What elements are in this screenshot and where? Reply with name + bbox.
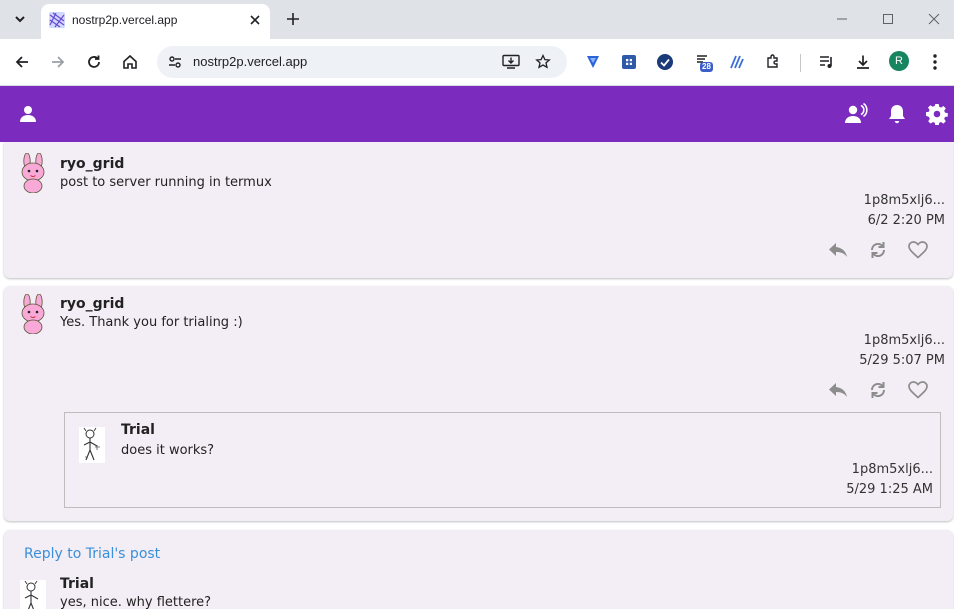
url-text[interactable]: nostrp2p.vercel.app [193,54,307,69]
tab-search-chevron-icon[interactable] [6,6,34,32]
extension-check-icon[interactable] [653,50,677,74]
repost-icon[interactable] [866,238,890,262]
post-timestamp: 5/29 5:07 PM [859,353,945,368]
quoted-text: does it works? [121,443,215,458]
extension-badge: 28 [700,62,713,72]
site-favicon-icon [49,12,65,28]
reply-icon[interactable] [826,378,850,402]
post-card: ryo_grid Yes. Thank you for trialing :) … [4,286,953,521]
post-text: yes, nice. why flettere? [60,595,212,609]
person-icon[interactable] [16,102,40,126]
window-close-icon[interactable] [922,8,946,30]
quoted-post[interactable]: Trial does it works? 1p8m5xlj6... 5/29 1… [64,412,941,508]
sketch-avatar-icon[interactable] [20,580,46,609]
tab-title: nostrp2p.vercel.app [72,13,178,27]
extension-puzzle-blue-icon[interactable] [617,50,641,74]
post-text: Yes. Thank you for trialing :) [60,315,243,330]
extension-heart-icon[interactable] [581,50,605,74]
quoted-timestamp: 5/29 1:25 AM [846,482,933,497]
home-icon[interactable] [118,50,142,74]
bunny-avatar-icon[interactable] [17,294,49,334]
extensions-puzzle-icon[interactable] [761,50,785,74]
reply-to-link[interactable]: Reply to Trial's post [24,546,160,562]
reply-icon[interactable] [826,238,850,262]
tab-close-icon[interactable] [246,11,264,29]
post-pubkey[interactable]: 1p8m5xlj6... [864,333,945,348]
extension-calendar-icon[interactable]: 28 [690,50,718,74]
post-author[interactable]: ryo_grid [60,296,124,312]
post-card: ryo_grid post to server running in termu… [4,142,953,278]
timeline[interactable]: ryo_grid post to server running in termu… [0,142,954,609]
media-queue-icon[interactable] [815,50,839,74]
post-pubkey[interactable]: 1p8m5xlj6... [864,193,945,208]
repost-icon[interactable] [866,378,890,402]
post-author[interactable]: Trial [60,576,94,592]
quoted-pubkey[interactable]: 1p8m5xlj6... [852,462,933,477]
window-maximize-icon[interactable] [876,8,900,30]
new-tab-plus-icon[interactable] [282,8,304,30]
profile-avatar[interactable]: R [889,51,909,71]
gear-icon[interactable] [925,102,949,126]
bunny-avatar-icon[interactable] [17,153,49,193]
sketch-avatar-icon[interactable] [79,427,105,463]
install-app-icon[interactable] [499,50,523,74]
toolbar-separator [800,54,801,72]
like-heart-icon[interactable] [906,238,930,262]
post-timestamp: 6/2 2:20 PM [867,213,945,228]
browser-menu-kebab-icon[interactable] [923,50,947,74]
post-author[interactable]: ryo_grid [60,156,124,172]
extension-chart-icon[interactable] [725,50,749,74]
site-info-tune-icon[interactable] [163,50,187,74]
download-icon[interactable] [851,50,875,74]
back-arrow-icon[interactable] [10,50,34,74]
browser-toolbar: nostrp2p.vercel.app 28 R [0,39,954,86]
bell-icon[interactable] [885,102,909,126]
forward-arrow-icon[interactable] [46,50,70,74]
like-heart-icon[interactable] [906,378,930,402]
browser-tab[interactable]: nostrp2p.vercel.app [41,4,270,39]
address-bar[interactable]: nostrp2p.vercel.app [157,46,567,78]
window-minimize-icon[interactable] [830,8,854,30]
contacts-icon[interactable] [844,102,868,126]
quoted-author[interactable]: Trial [121,422,155,438]
bookmark-star-icon[interactable] [531,50,555,74]
browser-tab-strip: nostrp2p.vercel.app [0,0,954,39]
reload-icon[interactable] [82,50,106,74]
app-header-bar [0,86,954,142]
post-card: Reply to Trial's post Trial yes, nice. w… [4,530,953,609]
post-text: post to server running in termux [60,175,272,190]
